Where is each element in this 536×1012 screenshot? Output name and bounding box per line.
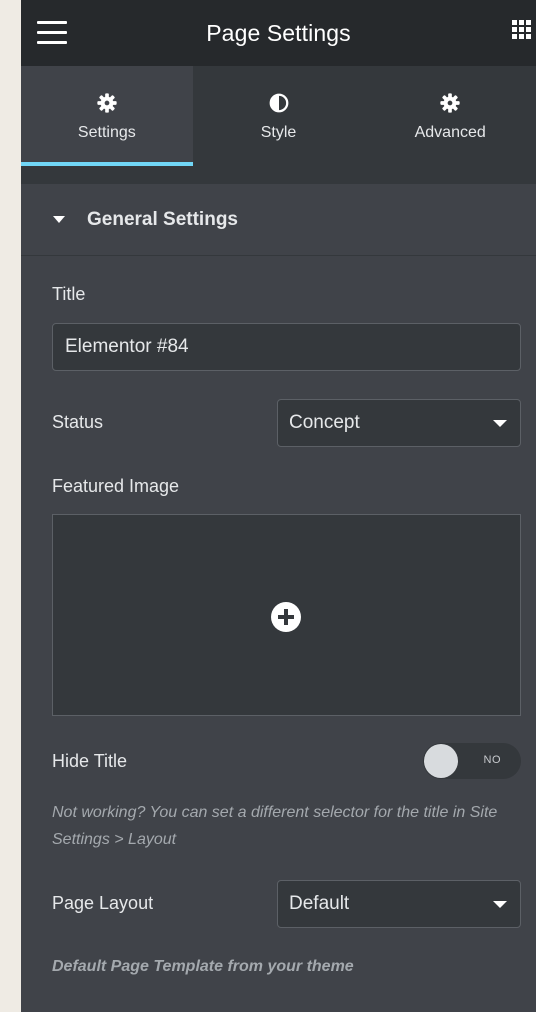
status-value: Concept xyxy=(289,412,360,433)
panel-title: Page Settings xyxy=(206,19,351,46)
page-layout-help-text: Default Page Template from your theme xyxy=(52,958,354,975)
hamburger-icon[interactable] xyxy=(37,19,69,47)
tab-style[interactable]: Style xyxy=(193,66,365,166)
toggle-state: NO xyxy=(483,754,501,766)
chevron-down-icon xyxy=(493,420,507,427)
tab-label: Settings xyxy=(77,124,136,141)
page-layout-label: Page Layout xyxy=(52,893,154,913)
tab-settings[interactable]: Settings xyxy=(21,66,193,166)
grid-icon[interactable] xyxy=(512,20,536,44)
gear-icon xyxy=(97,93,117,113)
title-label: Title xyxy=(52,284,86,304)
tab-label: Style xyxy=(260,124,297,141)
status-label: Status xyxy=(52,412,104,432)
hide-title-help-text: Not working? You can set a different sel… xyxy=(52,804,498,848)
status-select[interactable]: Concept xyxy=(277,399,521,447)
tab-advanced[interactable]: Advanced xyxy=(364,66,536,166)
page-settings-panel: Page Settings Settings Style Advanced Ge… xyxy=(21,0,536,1012)
page-layout-select[interactable]: Default xyxy=(277,880,521,928)
tab-bar: Settings Style Advanced xyxy=(21,66,536,166)
toggle-knob xyxy=(424,744,458,778)
page-layout-value: Default xyxy=(289,893,350,914)
chevron-down-icon xyxy=(493,901,507,908)
hide-title-toggle[interactable]: NO xyxy=(423,743,521,779)
section-title: General Settings xyxy=(87,208,238,230)
tab-separator xyxy=(21,166,536,184)
gear-icon xyxy=(440,93,460,113)
general-settings-section-toggle[interactable]: General Settings xyxy=(21,184,536,256)
tab-label: Advanced xyxy=(414,124,486,141)
caret-down-icon xyxy=(53,216,65,223)
panel-header: Page Settings xyxy=(21,0,536,66)
hide-title-label: Hide Title xyxy=(52,751,128,771)
featured-image-label: Featured Image xyxy=(52,476,180,496)
plus-circle-icon[interactable] xyxy=(271,602,301,632)
title-input[interactable] xyxy=(52,323,521,371)
half-circle-icon xyxy=(269,93,288,113)
